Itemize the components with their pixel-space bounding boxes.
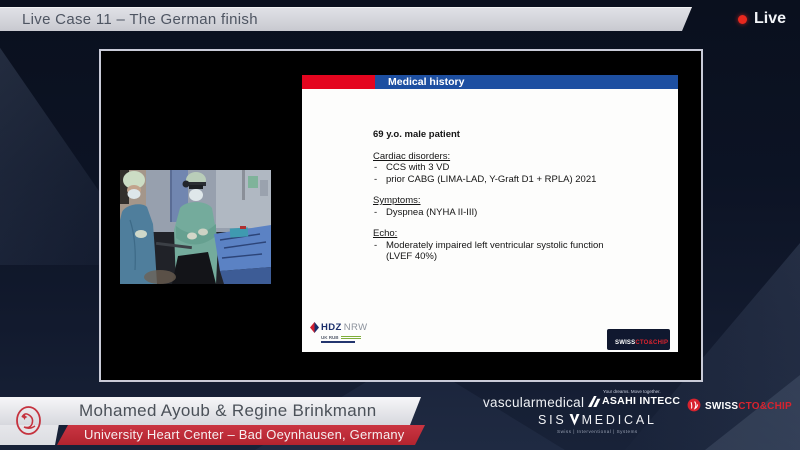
slide-header-red-block — [302, 75, 375, 89]
slide-body: 69 y.o. male patient Cardiac disorders: … — [373, 129, 660, 263]
slide-section-items: Dyspnea (NYHA II-III) — [373, 207, 660, 219]
slide-section-items: CCS with 3 VDprior CABG (LIMA-LAD, Y-Gra… — [373, 162, 660, 185]
livestream-page: Live Case 11 – The German finish Live — [0, 0, 800, 450]
medical-label: MEDICAL — [582, 413, 657, 427]
asahi-name: ASAHI INTECC — [602, 395, 680, 407]
slide-section-items: Moderately impaired left ventricular sys… — [373, 240, 660, 263]
asahi-intecc-logo: Your dreams. Move together. ASAHI INTECC — [588, 389, 680, 407]
presentation-slide: Medical history 69 y.o. male patient Car… — [302, 75, 678, 352]
slide-section-heading: Cardiac disorders: — [373, 151, 660, 163]
patient-summary: 69 y.o. male patient — [373, 129, 660, 141]
heart-center-logo-icon — [15, 405, 42, 436]
sis-tagline: Swiss | Interventional | Systems — [538, 429, 657, 434]
hdz-nrw-logo: HDZ NRW UK RUB — [310, 322, 367, 343]
slide-section: Echo: Moderately impaired left ventricul… — [373, 228, 660, 263]
slide-bullet-item: prior CABG (LIMA-LAD, Y-Graft D1 + RPLA)… — [373, 174, 623, 186]
swiss-ctochip-badge: SWISSCTO&CHIP — [607, 329, 670, 350]
ukrub-bar — [321, 341, 355, 343]
swiss-cto-icon — [687, 398, 701, 412]
ctochip-label: CTO&CHIP — [635, 340, 668, 346]
hdz-label: HDZ — [321, 322, 342, 333]
asahi-swoosh-icon — [588, 396, 601, 407]
ukrub-mark — [341, 336, 361, 339]
sis-label: SIS — [538, 413, 567, 427]
sis-v-heart-icon — [569, 414, 580, 426]
vascularmedical-logo: vascularmedical — [483, 395, 584, 410]
slide-section: Cardiac disorders: CCS with 3 VDprior CA… — [373, 151, 660, 186]
or-video-feed — [120, 170, 271, 284]
or-scene-illustration — [120, 170, 271, 284]
asahi-tagline: Your dreams. Move together. — [603, 389, 680, 394]
live-label: Live — [754, 10, 786, 28]
ukrub-label: UK RUB — [321, 335, 339, 340]
slide-section-heading: Echo: — [373, 228, 660, 240]
ctochip-label: CTO&CHIP — [738, 401, 792, 412]
slide-sections: Cardiac disorders: CCS with 3 VDprior CA… — [373, 151, 660, 263]
slide-bullet-item: Dyspnea (NYHA II-III) — [373, 207, 623, 219]
slide-section: Symptoms: Dyspnea (NYHA II-III) — [373, 195, 660, 218]
sis-medical-logo: SIS MEDICAL Swiss | Interventional | Sys… — [538, 413, 657, 434]
hdz-diamond-icon — [310, 322, 319, 333]
institution-banner: University Heart Center – Bad Oeynhausen… — [57, 425, 425, 445]
nrw-label: NRW — [344, 322, 368, 333]
slide-header: Medical history — [302, 75, 678, 89]
slide-section-heading: Symptoms: — [373, 195, 660, 207]
live-badge: Live — [738, 7, 786, 31]
swiss-label: SWISS — [705, 401, 738, 412]
slide-title: Medical history — [375, 75, 678, 89]
case-title-ribbon: Live Case 11 – The German finish — [0, 7, 692, 31]
live-indicator-dot — [738, 15, 747, 24]
swiss-ctochip-logo: SWISSCTO&CHIP — [687, 396, 792, 414]
slide-bullet-item: CCS with 3 VD — [373, 162, 623, 174]
presenter-names-banner: Mohamed Ayoub & Regine Brinkmann — [0, 397, 421, 425]
slide-bullet-item: Moderately impaired left ventricular sys… — [373, 240, 623, 263]
swiss-label: SWISS — [615, 340, 635, 346]
